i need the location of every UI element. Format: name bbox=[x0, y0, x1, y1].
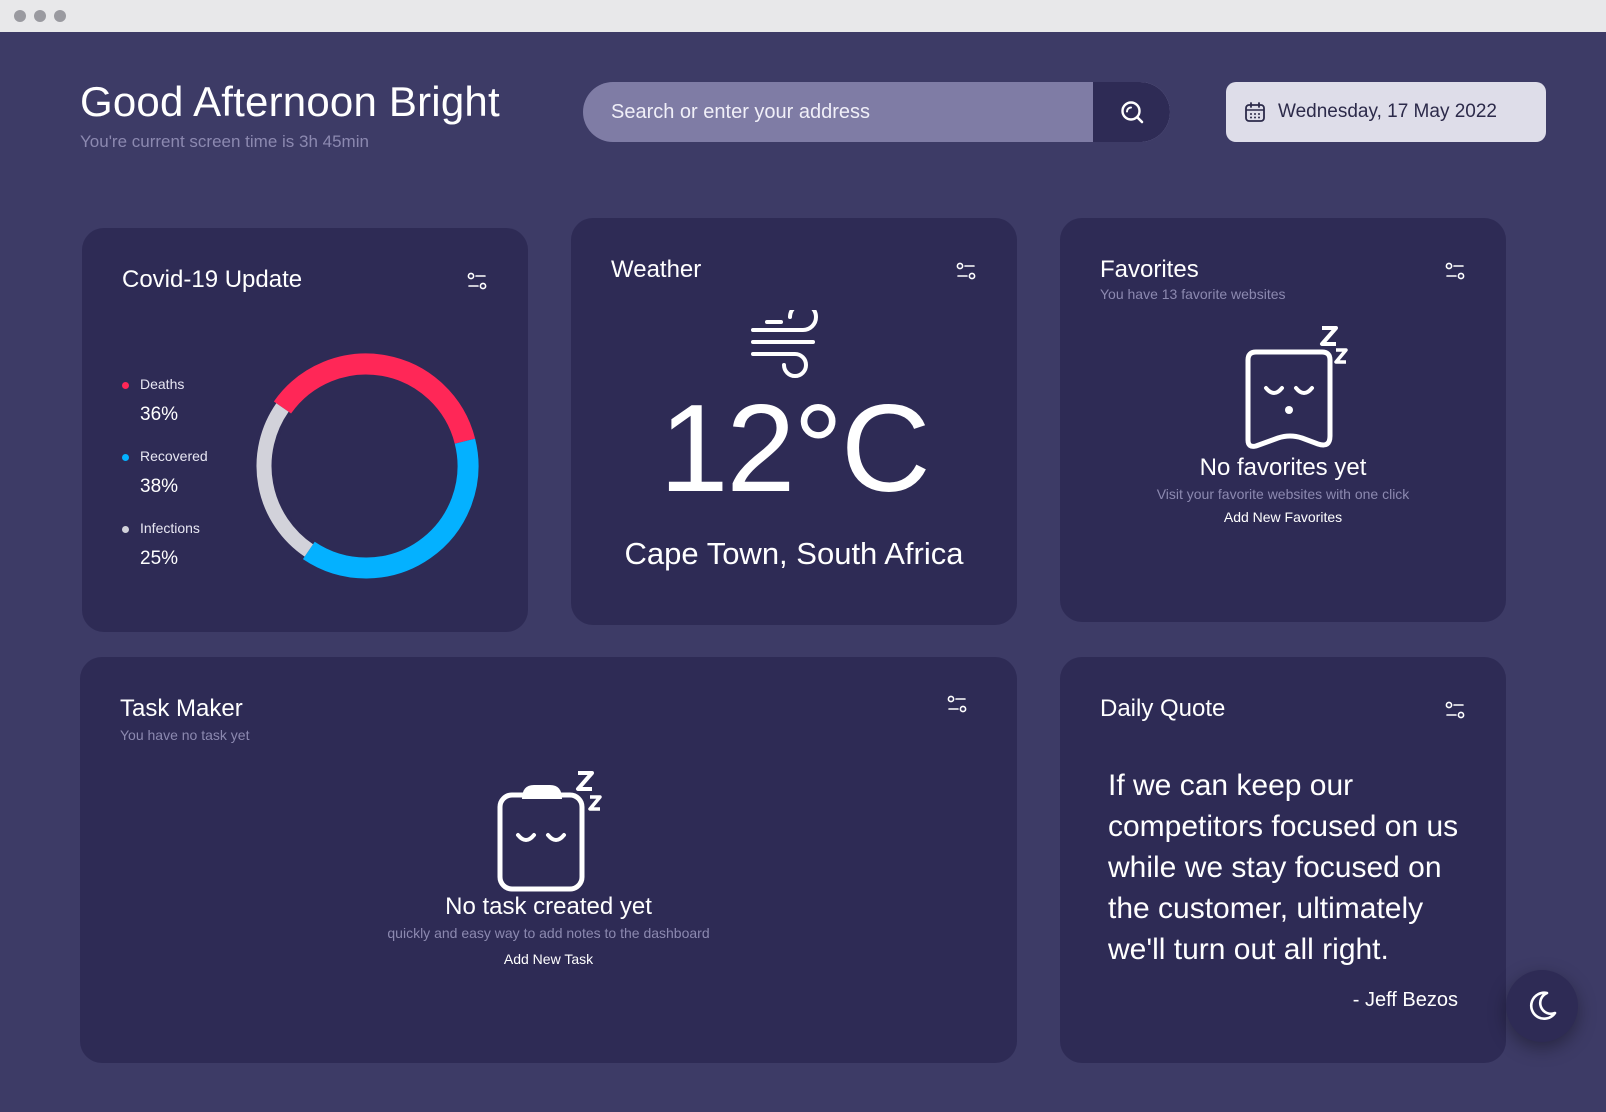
legend-value: 25% bbox=[140, 548, 179, 569]
window-minimize-dot[interactable] bbox=[34, 10, 46, 22]
weather-card-title: Weather bbox=[611, 256, 702, 283]
search-bar bbox=[583, 82, 1170, 142]
legend-label: Infections bbox=[140, 520, 200, 536]
add-favorites-button[interactable]: Add New Favorites bbox=[1060, 509, 1506, 525]
quote-text: If we can keep our competitors focused o… bbox=[1108, 769, 1459, 966]
task-count-text: You have no task yet bbox=[120, 727, 250, 743]
moon-icon bbox=[1529, 991, 1557, 1020]
window-close-dot[interactable] bbox=[14, 10, 26, 22]
settings-sliders-icon[interactable] bbox=[1444, 260, 1466, 282]
legend-dot bbox=[122, 454, 129, 461]
wind-icon bbox=[751, 310, 818, 378]
task-empty-subtitle: quickly and easy way to add notes to the… bbox=[387, 925, 710, 941]
temperature-value: 12°C bbox=[659, 380, 930, 518]
settings-sliders-icon[interactable] bbox=[955, 260, 977, 282]
favorites-empty-subtitle: Visit your favorite websites with one cl… bbox=[1156, 486, 1410, 502]
sleeping-clipboard-icon bbox=[497, 771, 602, 892]
task-empty-title: No task created yet bbox=[445, 893, 652, 920]
legend-value: 38% bbox=[140, 476, 179, 497]
covid-card-title: Covid-19 Update bbox=[122, 266, 303, 293]
task-maker-card: Task Maker You have no task yet No task … bbox=[80, 657, 1017, 1063]
legend-dot bbox=[122, 526, 129, 533]
theme-toggle-button[interactable] bbox=[1506, 970, 1578, 1042]
legend-label: Recovered bbox=[140, 448, 208, 464]
covid-donut-chart bbox=[253, 353, 479, 579]
task-card-title: Task Maker bbox=[120, 695, 243, 722]
settings-sliders-icon[interactable] bbox=[466, 270, 488, 292]
search-icon bbox=[1120, 101, 1143, 124]
date-label: Wednesday, 17 May 2022 bbox=[1278, 101, 1497, 122]
favorites-count-text: You have 13 favorite websites bbox=[1100, 286, 1286, 302]
greeting-title: Good Afternoon Bright bbox=[80, 78, 500, 125]
legend-label: Deaths bbox=[140, 376, 185, 392]
search-button[interactable] bbox=[1093, 82, 1170, 142]
date-display[interactable]: Wednesday, 17 May 2022 bbox=[1226, 82, 1546, 142]
weather-location: Cape Town, South Africa bbox=[624, 536, 964, 571]
favorites-card-title: Favorites bbox=[1100, 256, 1199, 283]
daily-quote-card: Daily Quote If we can keep our competito… bbox=[1060, 657, 1506, 1063]
donut-slice-recovered bbox=[302, 438, 479, 579]
quote-card-title: Daily Quote bbox=[1100, 695, 1226, 722]
donut-slice-deaths bbox=[273, 353, 476, 444]
settings-sliders-icon[interactable] bbox=[946, 693, 968, 715]
sleeping-page-icon bbox=[1245, 326, 1348, 449]
covid-card: Covid-19 Update Deaths 36% Recovered 38%… bbox=[82, 228, 528, 632]
legend-dot bbox=[122, 382, 129, 389]
add-task-button[interactable]: Add New Task bbox=[80, 951, 1017, 967]
dashboard: Good Afternoon Bright You're current scr… bbox=[0, 32, 1606, 1112]
weather-card: Weather 12°C Cape Town, South Africa bbox=[571, 218, 1017, 625]
legend-value: 36% bbox=[140, 404, 179, 425]
settings-sliders-icon[interactable] bbox=[1444, 699, 1466, 721]
window-maximize-dot[interactable] bbox=[54, 10, 66, 22]
window-chrome bbox=[0, 0, 1606, 32]
screen-time-text: You're current screen time is 3h 45min bbox=[80, 132, 369, 151]
quote-author: - Jeff Bezos bbox=[1352, 989, 1458, 1011]
search-input[interactable] bbox=[583, 82, 1093, 142]
favorites-card: Favorites You have 13 favorite websites … bbox=[1060, 218, 1506, 622]
calendar-icon bbox=[1244, 101, 1266, 123]
donut-slice-infections bbox=[256, 403, 314, 557]
favorites-empty-title: No favorites yet bbox=[1199, 454, 1367, 481]
